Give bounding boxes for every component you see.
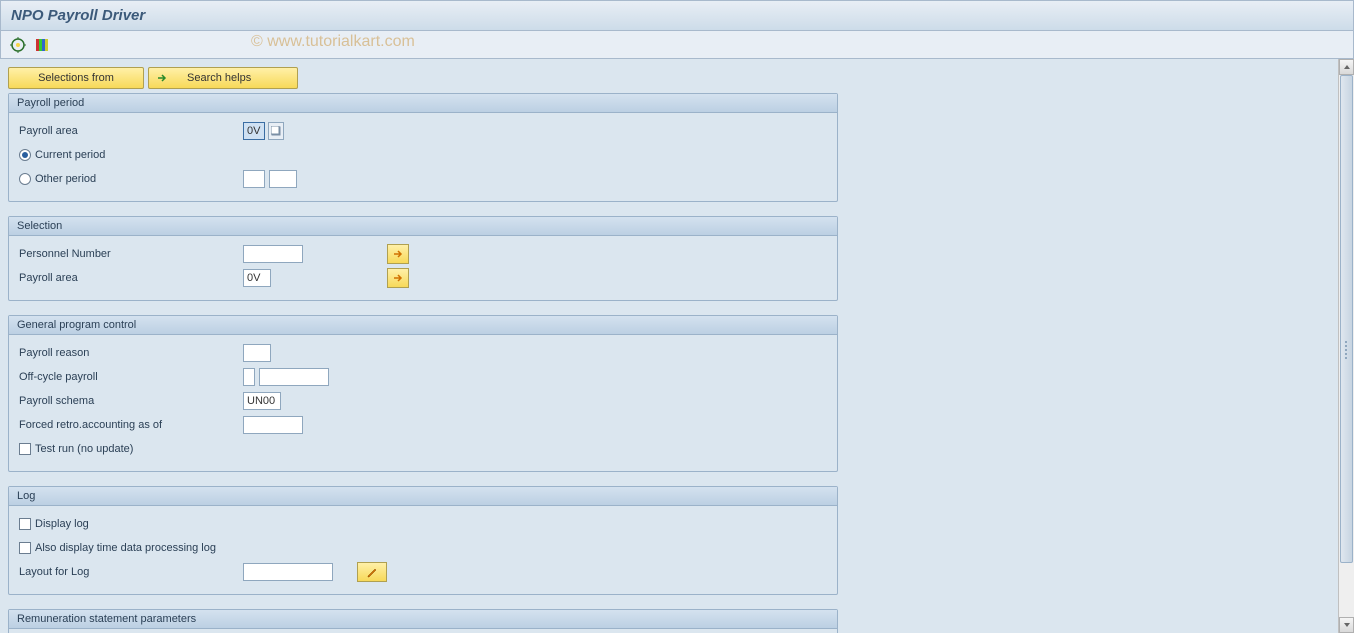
- payroll-reason-input[interactable]: [243, 344, 271, 362]
- content-area: Selections from Search helps Payroll per…: [0, 59, 1354, 633]
- selections-from-button[interactable]: Selections from: [8, 67, 144, 89]
- layout-log-label: Layout for Log: [19, 566, 239, 578]
- general-header: General program control: [9, 316, 837, 335]
- other-period-radio[interactable]: [19, 173, 31, 185]
- remuneration-group: Remuneration statement parameters Layout…: [8, 609, 838, 633]
- arrow-right-icon: [155, 71, 169, 85]
- log-group: Log Display log Also display time data p…: [8, 486, 838, 595]
- payroll-area-input[interactable]: [243, 122, 265, 140]
- selection-payroll-area-input[interactable]: [243, 269, 271, 287]
- general-program-control-group: General program control Payroll reason O…: [8, 315, 838, 472]
- offcycle-input2[interactable]: [259, 368, 329, 386]
- app-toolbar: © www.tutorialkart.com: [0, 31, 1354, 59]
- page-title: NPO Payroll Driver: [11, 7, 145, 24]
- other-period-label: Other period: [35, 173, 96, 185]
- watermark-text: © www.tutorialkart.com: [251, 33, 415, 51]
- test-run-checkbox[interactable]: [19, 443, 31, 455]
- other-period-input2[interactable]: [269, 170, 297, 188]
- page-title-bar: NPO Payroll Driver: [0, 0, 1354, 31]
- layout-log-input[interactable]: [243, 563, 333, 581]
- personnel-number-label: Personnel Number: [19, 248, 239, 260]
- multi-selection-button[interactable]: [387, 268, 409, 288]
- display-log-checkbox[interactable]: [19, 518, 31, 530]
- scrollbar-up-button[interactable]: [1339, 59, 1354, 75]
- value-help-icon[interactable]: [268, 122, 284, 140]
- execute-icon[interactable]: [9, 36, 27, 54]
- payroll-area-label: Payroll area: [19, 125, 239, 137]
- forced-retro-label: Forced retro.accounting as of: [19, 419, 239, 431]
- scrollbar-down-button[interactable]: [1339, 617, 1354, 633]
- rainbow-icon[interactable]: [33, 36, 51, 54]
- test-run-row[interactable]: Test run (no update): [19, 443, 239, 455]
- current-period-label: Current period: [35, 149, 105, 161]
- selections-from-label: Selections from: [38, 72, 114, 84]
- schema-input[interactable]: [243, 392, 281, 410]
- offcycle-input1[interactable]: [243, 368, 255, 386]
- also-display-checkbox[interactable]: [19, 542, 31, 554]
- other-period-row[interactable]: Other period: [19, 173, 239, 185]
- payroll-reason-label: Payroll reason: [19, 347, 239, 359]
- forced-retro-input[interactable]: [243, 416, 303, 434]
- multi-selection-button[interactable]: [387, 244, 409, 264]
- other-period-input1[interactable]: [243, 170, 265, 188]
- selection-payroll-area-label: Payroll area: [19, 272, 239, 284]
- button-row: Selections from Search helps: [8, 67, 1346, 89]
- payroll-period-header: Payroll period: [9, 94, 837, 113]
- payroll-period-group: Payroll period Payroll area Current peri…: [8, 93, 838, 202]
- edit-layout-button[interactable]: [357, 562, 387, 582]
- drag-handle-icon[interactable]: [1340, 335, 1352, 365]
- search-helps-label: Search helps: [187, 72, 251, 84]
- scrollbar-thumb[interactable]: [1340, 75, 1353, 563]
- test-run-label: Test run (no update): [35, 443, 133, 455]
- display-log-label: Display log: [35, 518, 89, 530]
- schema-label: Payroll schema: [19, 395, 239, 407]
- remuneration-header: Remuneration statement parameters: [9, 610, 837, 629]
- log-header: Log: [9, 487, 837, 506]
- personnel-number-input[interactable]: [243, 245, 303, 263]
- also-display-row[interactable]: Also display time data processing log: [19, 542, 319, 554]
- offcycle-label: Off-cycle payroll: [19, 371, 239, 383]
- selection-group: Selection Personnel Number Payroll area: [8, 216, 838, 301]
- also-display-label: Also display time data processing log: [35, 542, 216, 554]
- display-log-row[interactable]: Display log: [19, 518, 239, 530]
- selection-header: Selection: [9, 217, 837, 236]
- current-period-row[interactable]: Current period: [19, 149, 239, 161]
- search-helps-button[interactable]: Search helps: [148, 67, 298, 89]
- current-period-radio[interactable]: [19, 149, 31, 161]
